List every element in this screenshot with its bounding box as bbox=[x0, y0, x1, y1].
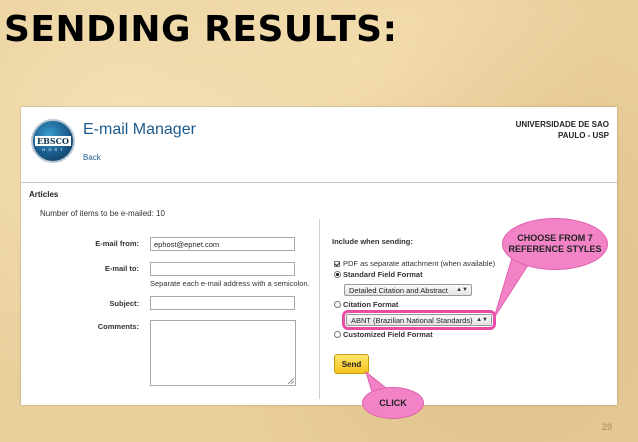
styles-callout: CHOOSE FROM 7 REFERENCE STYLES bbox=[502, 218, 608, 270]
click-callout: CLICK bbox=[362, 387, 424, 419]
page-number: 29 bbox=[601, 422, 612, 432]
styles-callout-tail bbox=[493, 257, 529, 319]
